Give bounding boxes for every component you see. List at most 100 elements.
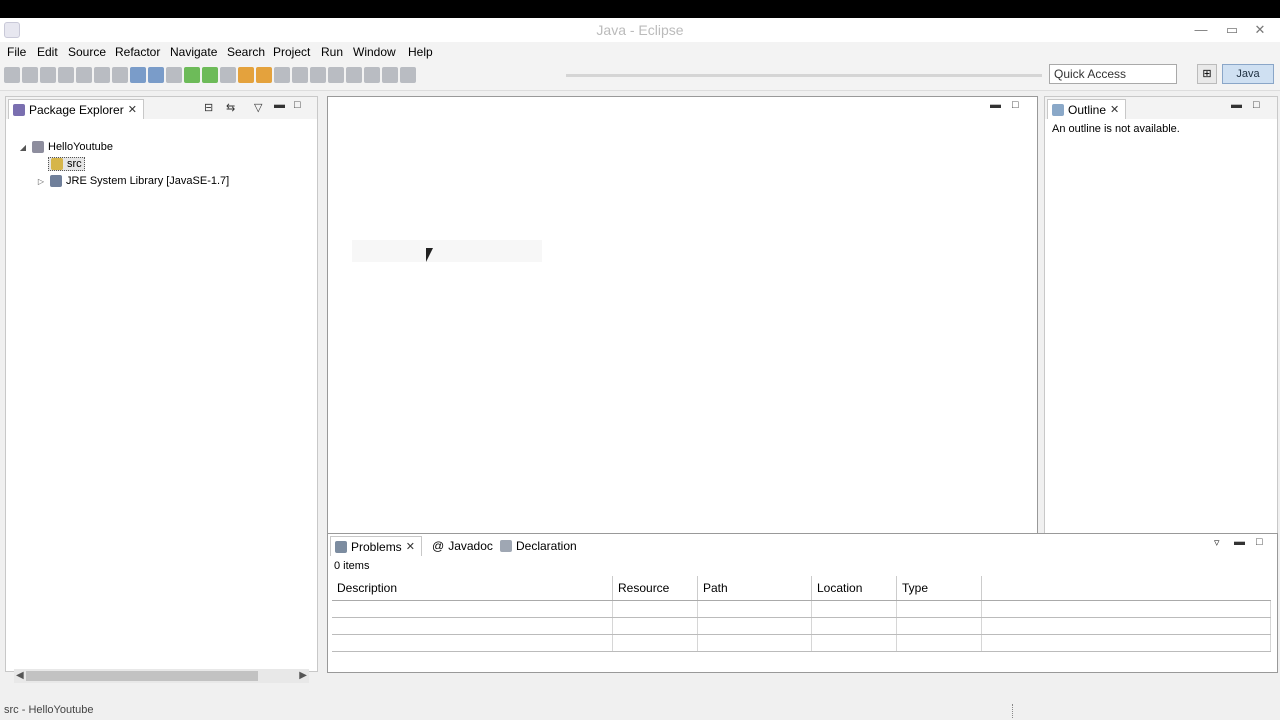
scrollbar-thumb[interactable]	[26, 671, 258, 681]
quick-access-input[interactable]: Quick Access	[1049, 64, 1177, 84]
outline-icon	[1052, 103, 1064, 116]
problems-panel: Problems ✕ @ Javadoc Declaration ▿ ▬ □ 0…	[327, 533, 1278, 673]
next-annotation-icon[interactable]	[238, 67, 254, 83]
javadoc-icon: @	[432, 539, 445, 553]
menu-search[interactable]: Search	[227, 45, 265, 59]
close-tab-icon[interactable]: ✕	[128, 103, 137, 116]
tab-outline[interactable]: Outline ✕	[1047, 99, 1127, 119]
project-label: HelloYoutube	[48, 141, 114, 153]
tab-javadoc[interactable]: @ Javadoc	[428, 536, 499, 556]
scroll-right-icon[interactable]: ▶	[299, 669, 307, 683]
tree-item-src[interactable]: src	[48, 157, 85, 171]
java-perspective-button[interactable]: Java	[1222, 64, 1274, 84]
status-bar: src - HelloYoutube	[0, 702, 1280, 720]
eclipse-window: Java - Eclipse — ▭ ✕ File Edit Source Re…	[0, 18, 1280, 720]
print-icon[interactable]	[40, 67, 56, 83]
link-with-editor-icon[interactable]: ⇆	[226, 101, 235, 114]
src-label: src	[67, 158, 82, 170]
menu-navigate[interactable]: Navigate	[170, 45, 217, 59]
debug-icon[interactable]	[184, 67, 200, 83]
toolbar-buttons	[4, 67, 560, 85]
library-icon	[50, 175, 62, 187]
toggle-breadcrumb-icon[interactable]	[274, 67, 290, 83]
collapsed-arrow-icon[interactable]: ▷	[36, 177, 46, 186]
menu-run[interactable]: Run	[321, 45, 343, 59]
jre-library-label: JRE System Library [JavaSE-1.7]	[66, 175, 230, 187]
declaration-title: Declaration	[516, 539, 577, 553]
expanded-arrow-icon[interactable]: ◢	[18, 143, 28, 152]
new-project-icon[interactable]	[58, 67, 74, 83]
outline-minimize-icon[interactable]: ▬	[1231, 99, 1242, 111]
editor-area[interactable]: ▬ □	[327, 96, 1038, 544]
outline-panel: Outline ✕ ▬ □ An outline is not availabl…	[1044, 96, 1278, 544]
new-package-icon[interactable]	[76, 67, 92, 83]
collapse-all-icon[interactable]: ⊟	[204, 101, 213, 114]
problems-table: Description Resource Path Location Type	[332, 576, 1271, 652]
minimize-view-icon[interactable]: ▬	[274, 99, 285, 111]
maximize-icon[interactable]: ▭	[1218, 20, 1246, 40]
package-explorer-panel: Package Explorer ✕ ⊟ ⇆ ▽ ▬ □ ◢ HelloYout…	[5, 96, 318, 683]
open-perspective-icon[interactable]: ⊞	[1197, 64, 1217, 84]
view-menu-icon[interactable]: ▿	[1214, 536, 1220, 549]
maximize-view-icon[interactable]: □	[294, 99, 301, 111]
faded-tooltip	[352, 240, 542, 262]
tab-declaration[interactable]: Declaration	[496, 536, 583, 556]
table-row	[332, 600, 1271, 618]
forward-icon[interactable]	[382, 67, 398, 83]
menu-help[interactable]: Help	[408, 45, 433, 59]
outline-maximize-icon[interactable]: □	[1253, 99, 1260, 111]
problems-maximize-icon[interactable]: □	[1256, 536, 1263, 548]
source-folder-icon	[51, 158, 63, 170]
last-edit-location-icon[interactable]	[346, 67, 362, 83]
outline-header: Outline ✕ ▬ □	[1045, 97, 1277, 119]
menu-refactor[interactable]: Refactor	[115, 45, 160, 59]
table-row	[332, 617, 1271, 635]
back-icon[interactable]	[364, 67, 380, 83]
close-problems-icon[interactable]: ✕	[406, 540, 415, 553]
run-icon[interactable]	[202, 67, 218, 83]
open-task-icon[interactable]	[148, 67, 164, 83]
tab-problems[interactable]: Problems ✕	[330, 536, 422, 556]
new-class-icon[interactable]	[94, 67, 110, 83]
open-type-icon[interactable]	[130, 67, 146, 83]
new-icon[interactable]	[4, 67, 20, 83]
pin-editor-icon[interactable]	[400, 67, 416, 83]
horizontal-scrollbar[interactable]: ◀ ▶	[14, 669, 309, 683]
editor-maximize-icon[interactable]: □	[1012, 99, 1019, 111]
previous-annotation-icon[interactable]	[256, 67, 272, 83]
menu-source[interactable]: Source	[68, 45, 106, 59]
menu-project[interactable]: Project	[273, 45, 310, 59]
main-toolbar: Quick Access ⊞ Java	[0, 62, 1280, 91]
status-grip	[1012, 704, 1017, 718]
status-text: src - HelloYoutube	[4, 704, 94, 716]
search-icon[interactable]	[166, 67, 182, 83]
block-selection-icon[interactable]	[328, 67, 344, 83]
scroll-left-icon[interactable]: ◀	[16, 669, 24, 683]
minimize-icon[interactable]: —	[1187, 20, 1215, 40]
column-description[interactable]: Description	[332, 576, 613, 601]
declaration-icon	[500, 540, 512, 552]
menu-window[interactable]: Window	[353, 45, 396, 59]
column-location[interactable]: Location	[811, 576, 897, 601]
tree-item-jre-library[interactable]: ▷ JRE System Library [JavaSE-1.7]	[36, 175, 229, 187]
close-icon[interactable]: ✕	[1246, 20, 1274, 40]
close-outline-icon[interactable]: ✕	[1110, 103, 1119, 116]
show-whitespace-icon[interactable]	[310, 67, 326, 83]
column-type[interactable]: Type	[896, 576, 982, 601]
tab-package-explorer[interactable]: Package Explorer ✕	[8, 99, 144, 119]
menu-file[interactable]: File	[7, 45, 26, 59]
save-icon[interactable]	[22, 67, 38, 83]
view-menu-icon[interactable]: ▽	[254, 101, 262, 114]
tree-item-project[interactable]: ◢ HelloYoutube	[18, 141, 113, 153]
editor-minimize-icon[interactable]: ▬	[990, 99, 1001, 111]
column-resource[interactable]: Resource	[612, 576, 698, 601]
problems-minimize-icon[interactable]: ▬	[1234, 536, 1245, 548]
new-interface-icon[interactable]	[112, 67, 128, 83]
menu-edit[interactable]: Edit	[37, 45, 58, 59]
external-tools-icon[interactable]	[220, 67, 236, 83]
column-path[interactable]: Path	[697, 576, 812, 601]
toggle-mark-occurrences-icon[interactable]	[292, 67, 308, 83]
mouse-cursor-icon	[426, 248, 440, 262]
toolbar-separator	[566, 74, 1042, 77]
menu-bar: File Edit Source Refactor Navigate Searc…	[0, 42, 1280, 62]
